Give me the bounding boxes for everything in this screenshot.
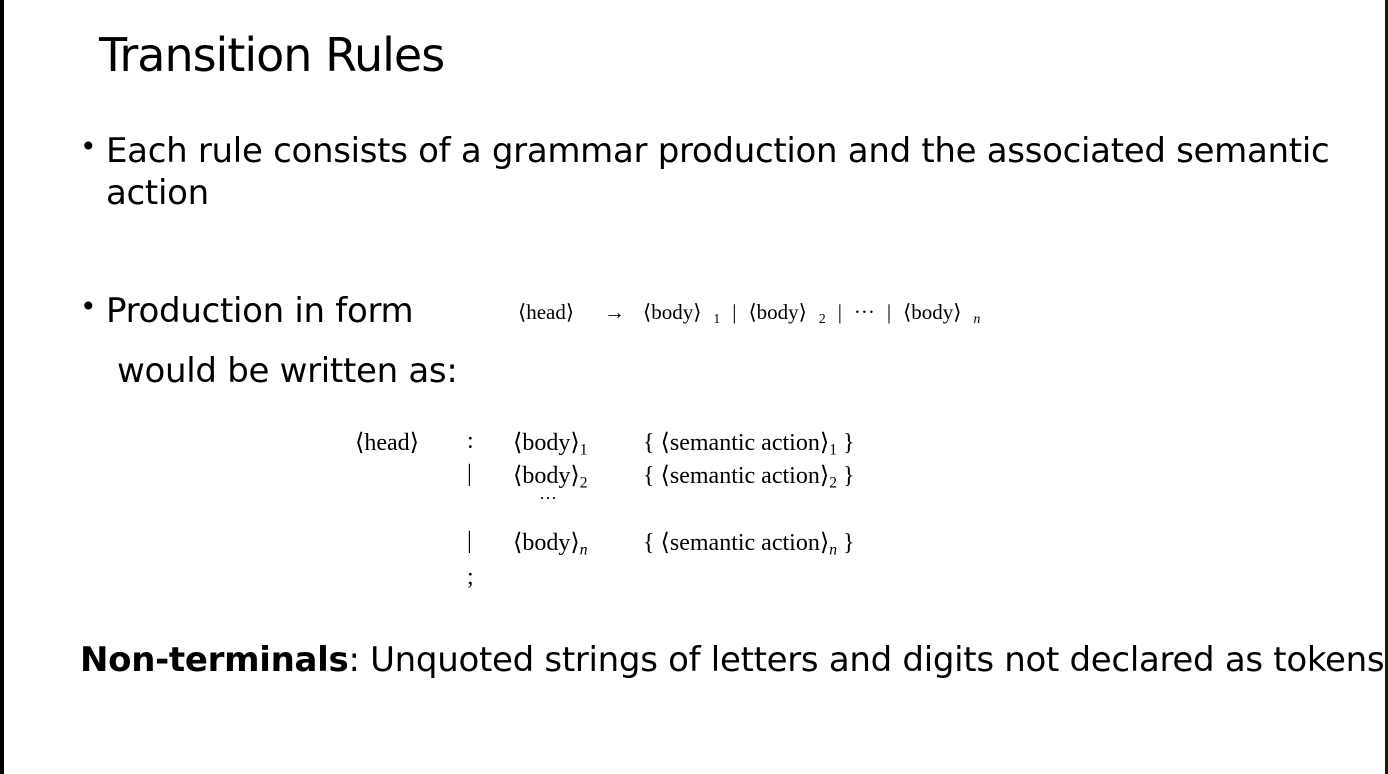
- production-bar: |: [886, 300, 892, 324]
- grammar-body-n: ⟨body⟩n: [513, 530, 588, 559]
- bullet-dot: •: [80, 130, 97, 163]
- grammar-bar: |: [467, 461, 472, 487]
- non-terminals-definition: Non-terminals: Unquoted strings of lette…: [80, 640, 1385, 680]
- bullet-text: Production in form: [106, 291, 414, 331]
- production-body-2: ⟨body⟩ 2: [748, 300, 826, 327]
- non-terminals-term: Non-terminals: [80, 640, 349, 680]
- grammar-ellipsis: ···: [539, 488, 557, 508]
- grammar-action-n: { ⟨semantic action⟩n }: [643, 530, 855, 559]
- grammar-semicolon: ;: [467, 564, 474, 590]
- bullet-continuation: would be written as:: [117, 351, 458, 391]
- production-formula: ⟨head⟩ → ⟨body⟩ 1 | ⟨body⟩ 2 | ··· | ⟨body⟩ n: [518, 300, 992, 327]
- production-body-n: ⟨body⟩ n: [903, 300, 981, 327]
- production-bar: |: [732, 300, 737, 324]
- slide-title: Transition Rules: [99, 28, 445, 82]
- grammar-body-1: ⟨body⟩1: [513, 430, 588, 459]
- production-body-1: ⟨body⟩ 1: [643, 300, 721, 327]
- grammar-bar: |: [467, 528, 472, 554]
- slide-left-edge: [0, 0, 4, 774]
- bullet-text: Each rule consists of a grammar producti…: [106, 131, 1330, 213]
- grammar-head: ⟨head⟩: [355, 430, 420, 456]
- production-bar: |: [837, 300, 842, 324]
- non-terminals-text: : Unquoted strings of letters and digits…: [348, 640, 1385, 680]
- production-dots: ···: [853, 300, 875, 324]
- grammar-action-2: { ⟨semantic action⟩2 }: [643, 463, 855, 492]
- production-arrow: →: [604, 300, 626, 324]
- production-head: ⟨head⟩: [518, 300, 575, 324]
- grammar-action-1: { ⟨semantic action⟩1 }: [643, 430, 855, 459]
- grammar-colon: :: [467, 428, 474, 454]
- bullet-dot: •: [80, 290, 97, 323]
